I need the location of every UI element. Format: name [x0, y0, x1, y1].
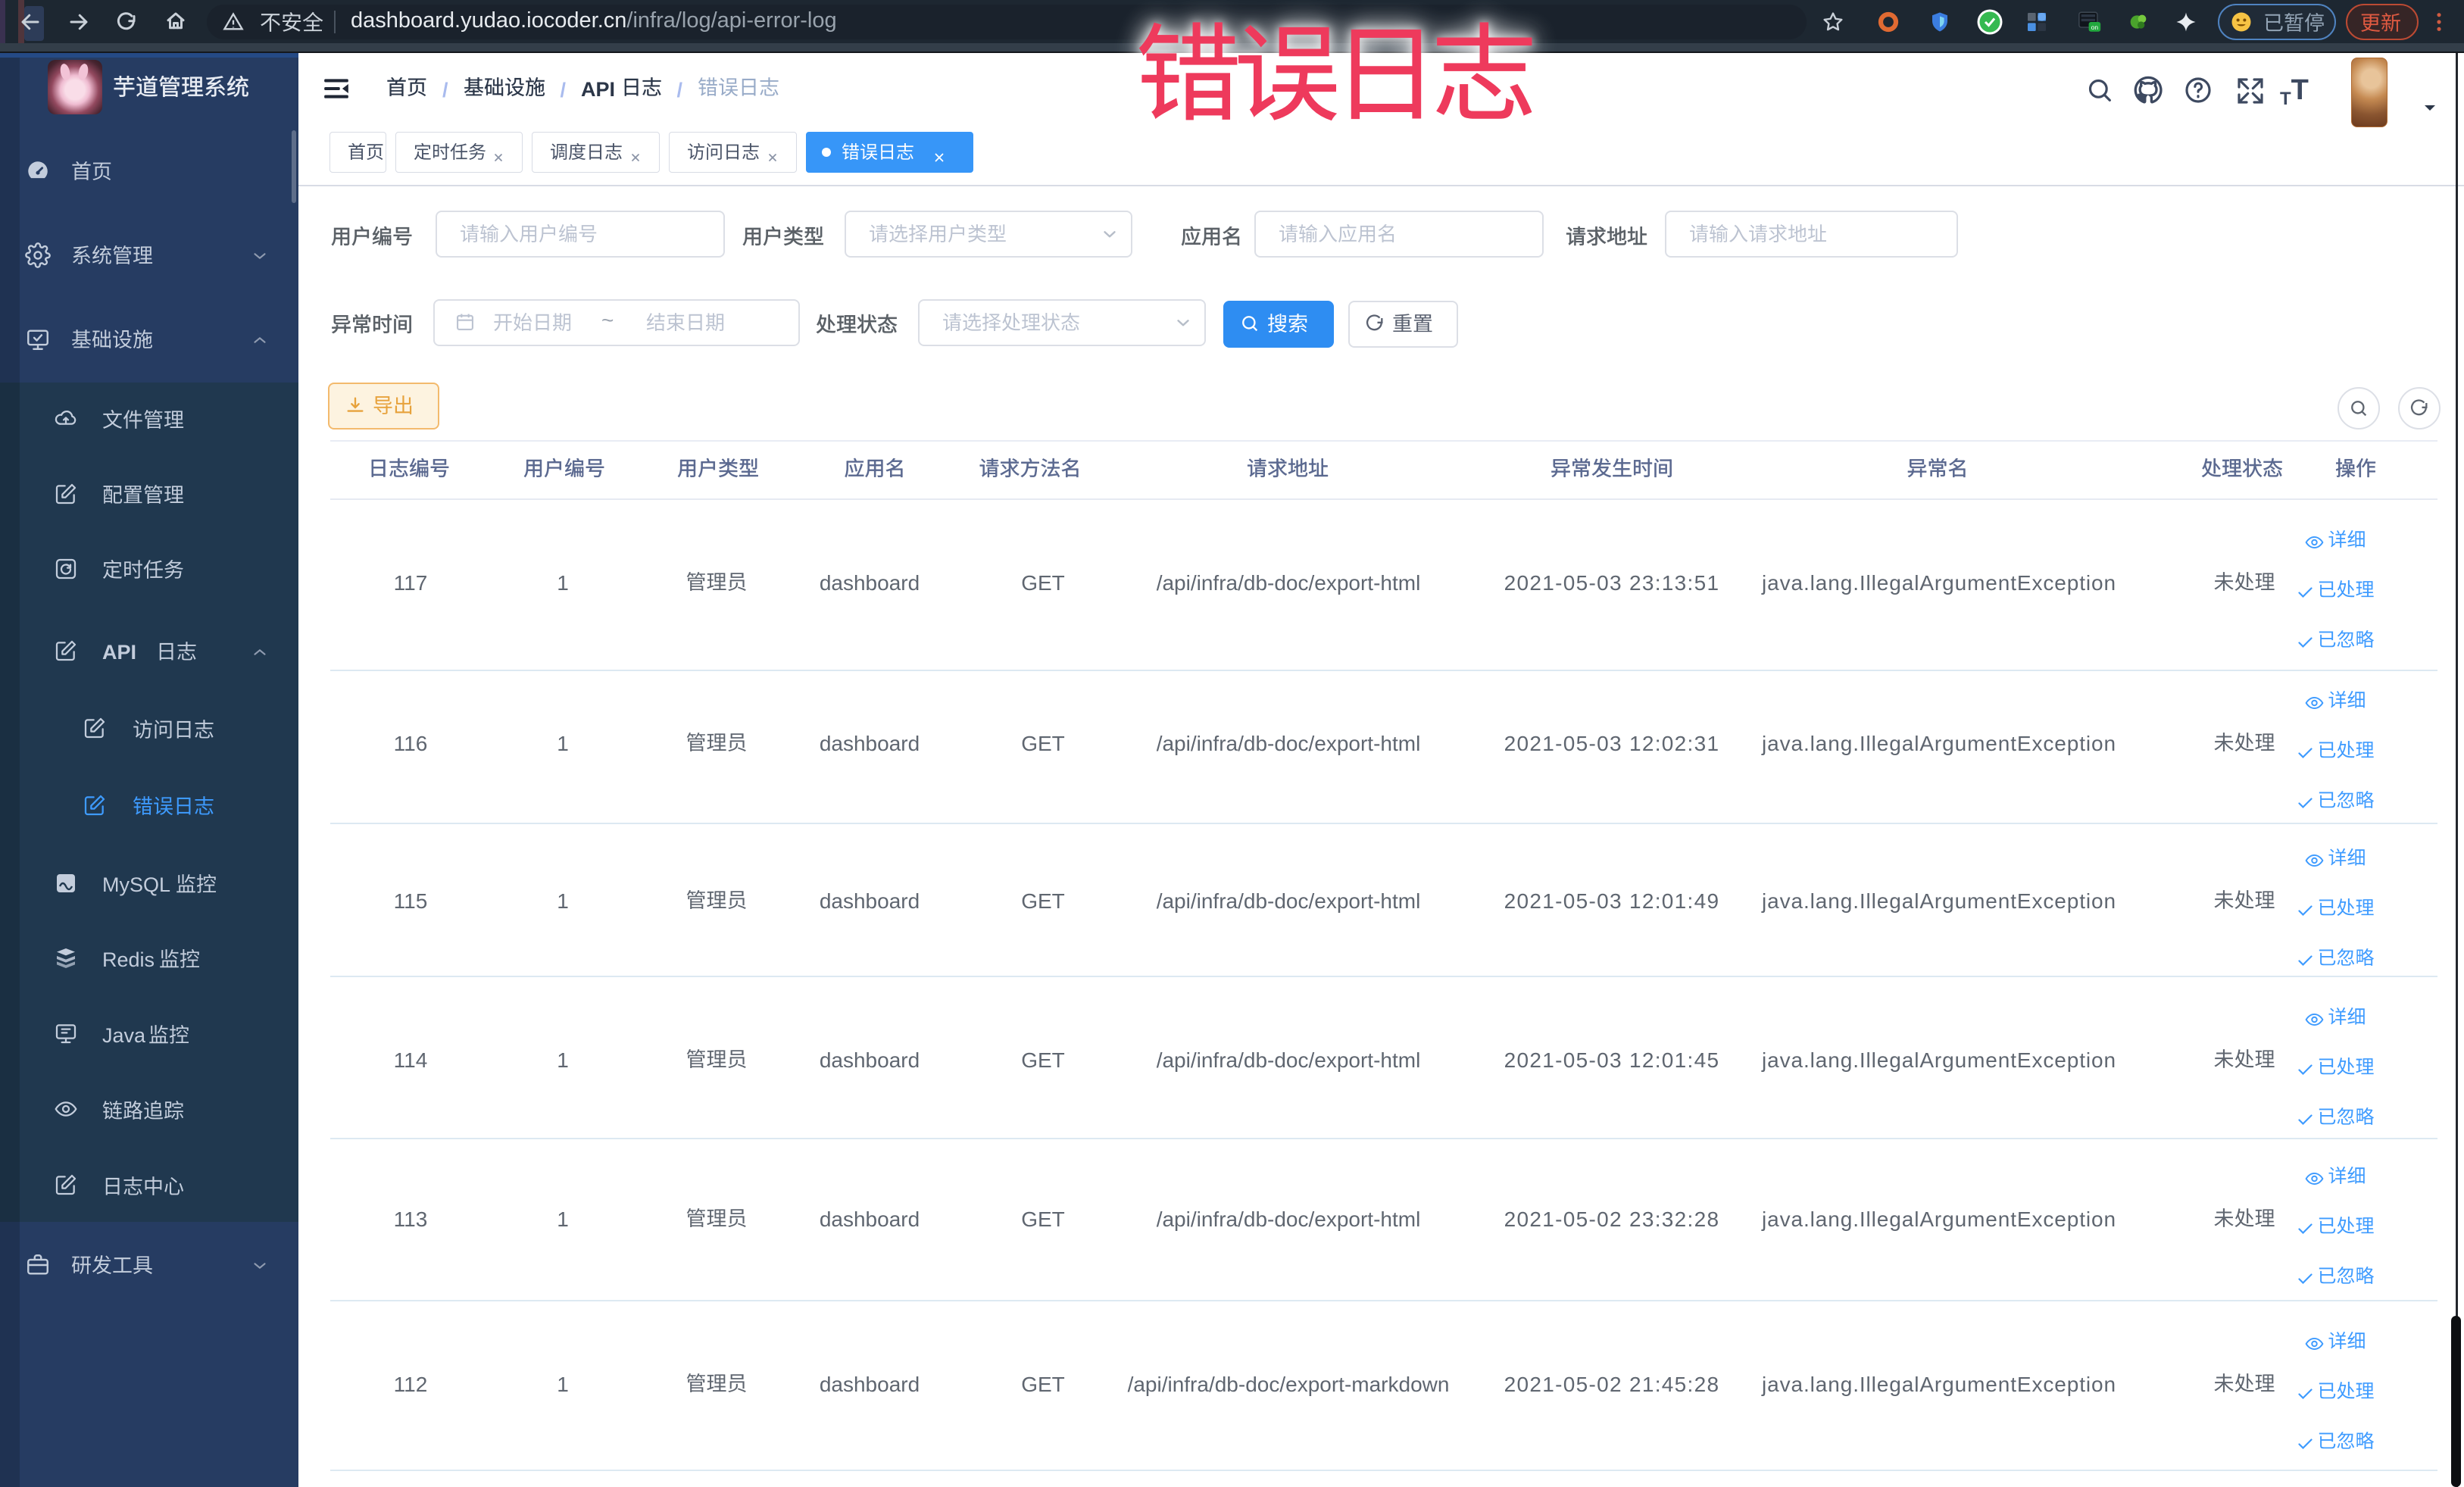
svg-text:on: on — [2091, 23, 2099, 31]
